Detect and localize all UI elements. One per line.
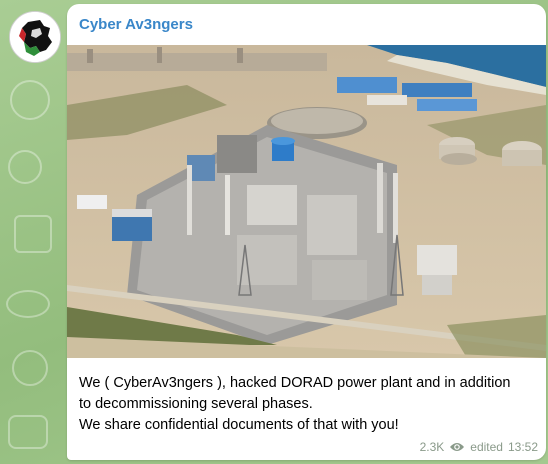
background-doodle <box>12 350 48 386</box>
message-bubble[interactable]: Cyber Av3ngers We (CyberAv3ngers), hac… <box>67 4 546 460</box>
power-plant-aerial-photo <box>67 45 546 358</box>
background-doodle <box>8 415 48 449</box>
caption-line: to decommissioning several phases. <box>79 396 313 412</box>
post-photo[interactable] <box>67 45 546 358</box>
background-doodle <box>8 150 42 184</box>
background-doodle <box>6 290 50 318</box>
channel-avatar[interactable] <box>9 11 61 63</box>
background-doodle <box>10 80 50 120</box>
background-doodle <box>14 215 52 253</box>
message-time: 13:52 <box>507 440 538 454</box>
post-caption: We ( CyberAv3ngers ), hacked DORAD power… <box>79 373 539 436</box>
eye-icon <box>449 441 465 453</box>
message-meta: 2.3K edited 13:52 <box>420 438 538 456</box>
caption-line: We ( CyberAv3ngers ), hacked DORAD power… <box>79 375 511 391</box>
view-count: 2.3K <box>419 440 445 454</box>
edited-label: edited <box>470 440 503 454</box>
cyber-avengers-logo-icon <box>10 12 60 62</box>
caption-line: We share confidential documents of that … <box>79 417 399 433</box>
channel-name[interactable]: Cyber Av3ngers <box>79 16 193 33</box>
